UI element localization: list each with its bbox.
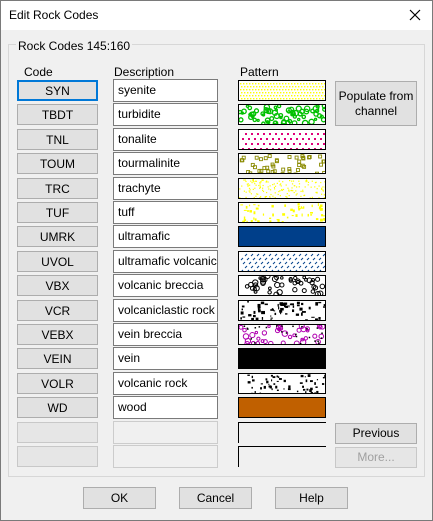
title-bar: Edit Rock Codes bbox=[0, 0, 433, 30]
description-field[interactable] bbox=[113, 445, 218, 468]
group-label: Rock Codes 145:160 bbox=[16, 39, 133, 53]
code-button[interactable]: TOUM bbox=[17, 153, 98, 174]
code-button[interactable]: TRC bbox=[17, 178, 98, 199]
pattern-swatch[interactable] bbox=[238, 251, 326, 272]
pattern-swatch[interactable] bbox=[238, 446, 326, 467]
pattern-swatch[interactable] bbox=[238, 153, 326, 174]
help-button[interactable]: Help bbox=[275, 487, 348, 509]
code-button[interactable]: VEBX bbox=[17, 324, 98, 345]
pattern-swatch[interactable] bbox=[238, 275, 326, 296]
populate-from-channel-button[interactable]: Populate from channel bbox=[335, 81, 417, 126]
description-field[interactable]: trachyte bbox=[113, 177, 218, 200]
code-button[interactable]: UVOL bbox=[17, 251, 98, 272]
description-field[interactable]: ultramafic bbox=[113, 225, 218, 248]
window-title: Edit Rock Codes bbox=[9, 8, 99, 22]
pattern-swatch[interactable] bbox=[238, 202, 326, 223]
code-button[interactable]: UMRK bbox=[17, 226, 98, 247]
code-button[interactable]: TBDT bbox=[17, 104, 98, 125]
pattern-swatch[interactable] bbox=[238, 373, 326, 394]
code-column-header: Code bbox=[24, 65, 53, 79]
description-field[interactable]: tuff bbox=[113, 201, 218, 224]
pattern-swatch[interactable] bbox=[238, 300, 326, 321]
description-field[interactable]: syenite bbox=[113, 79, 218, 102]
pattern-swatch[interactable] bbox=[238, 348, 326, 369]
pattern-swatch[interactable] bbox=[238, 129, 326, 150]
pattern-swatch[interactable] bbox=[238, 80, 326, 101]
pattern-swatch[interactable] bbox=[238, 178, 326, 199]
description-field[interactable]: ultramafic volcanic bbox=[113, 250, 218, 273]
pattern-swatch[interactable] bbox=[238, 324, 326, 345]
description-field[interactable] bbox=[113, 421, 218, 444]
code-button[interactable]: TNL bbox=[17, 129, 98, 150]
description-field[interactable]: tourmalinite bbox=[113, 152, 218, 175]
description-field[interactable]: volcanic breccia bbox=[113, 274, 218, 297]
code-button[interactable]: WD bbox=[17, 397, 98, 418]
code-button[interactable]: TUF bbox=[17, 202, 98, 223]
code-button[interactable]: VOLR bbox=[17, 373, 98, 394]
description-field[interactable]: volcaniclastic rock bbox=[113, 299, 218, 322]
pattern-swatch[interactable] bbox=[238, 226, 326, 247]
more-button[interactable]: More... bbox=[335, 447, 417, 468]
pattern-swatch[interactable] bbox=[238, 422, 326, 443]
code-button[interactable]: VEIN bbox=[17, 348, 98, 369]
close-icon[interactable] bbox=[403, 3, 427, 27]
ok-button[interactable]: OK bbox=[83, 487, 156, 509]
pattern-swatch[interactable] bbox=[238, 397, 326, 418]
code-button-empty[interactable] bbox=[17, 446, 98, 467]
code-button[interactable]: SYN bbox=[17, 80, 98, 101]
code-button-empty[interactable] bbox=[17, 422, 98, 443]
description-field[interactable]: tonalite bbox=[113, 128, 218, 151]
description-field[interactable]: turbidite bbox=[113, 103, 218, 126]
pattern-swatch[interactable] bbox=[238, 104, 326, 125]
description-column-header: Description bbox=[114, 65, 175, 79]
description-field[interactable]: vein breccia bbox=[113, 323, 218, 346]
description-field[interactable]: wood bbox=[113, 396, 218, 419]
description-field[interactable]: volcanic rock bbox=[113, 372, 218, 395]
pattern-column-header: Pattern bbox=[240, 65, 279, 79]
previous-button[interactable]: Previous bbox=[335, 423, 417, 444]
code-button[interactable]: VCR bbox=[17, 300, 98, 321]
cancel-button[interactable]: Cancel bbox=[179, 487, 252, 509]
code-button[interactable]: VBX bbox=[17, 275, 98, 296]
description-field[interactable]: vein bbox=[113, 347, 218, 370]
